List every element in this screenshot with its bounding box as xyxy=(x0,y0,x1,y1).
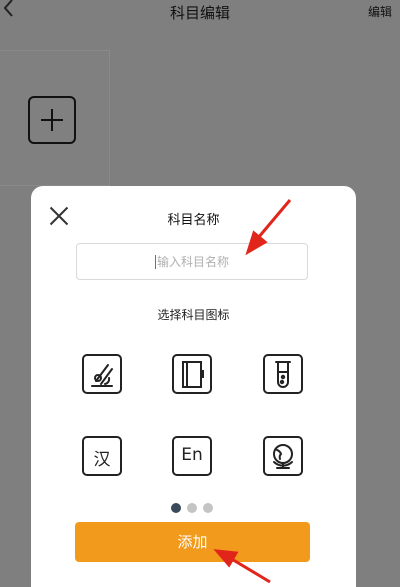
annotation-arrows xyxy=(213,199,292,584)
